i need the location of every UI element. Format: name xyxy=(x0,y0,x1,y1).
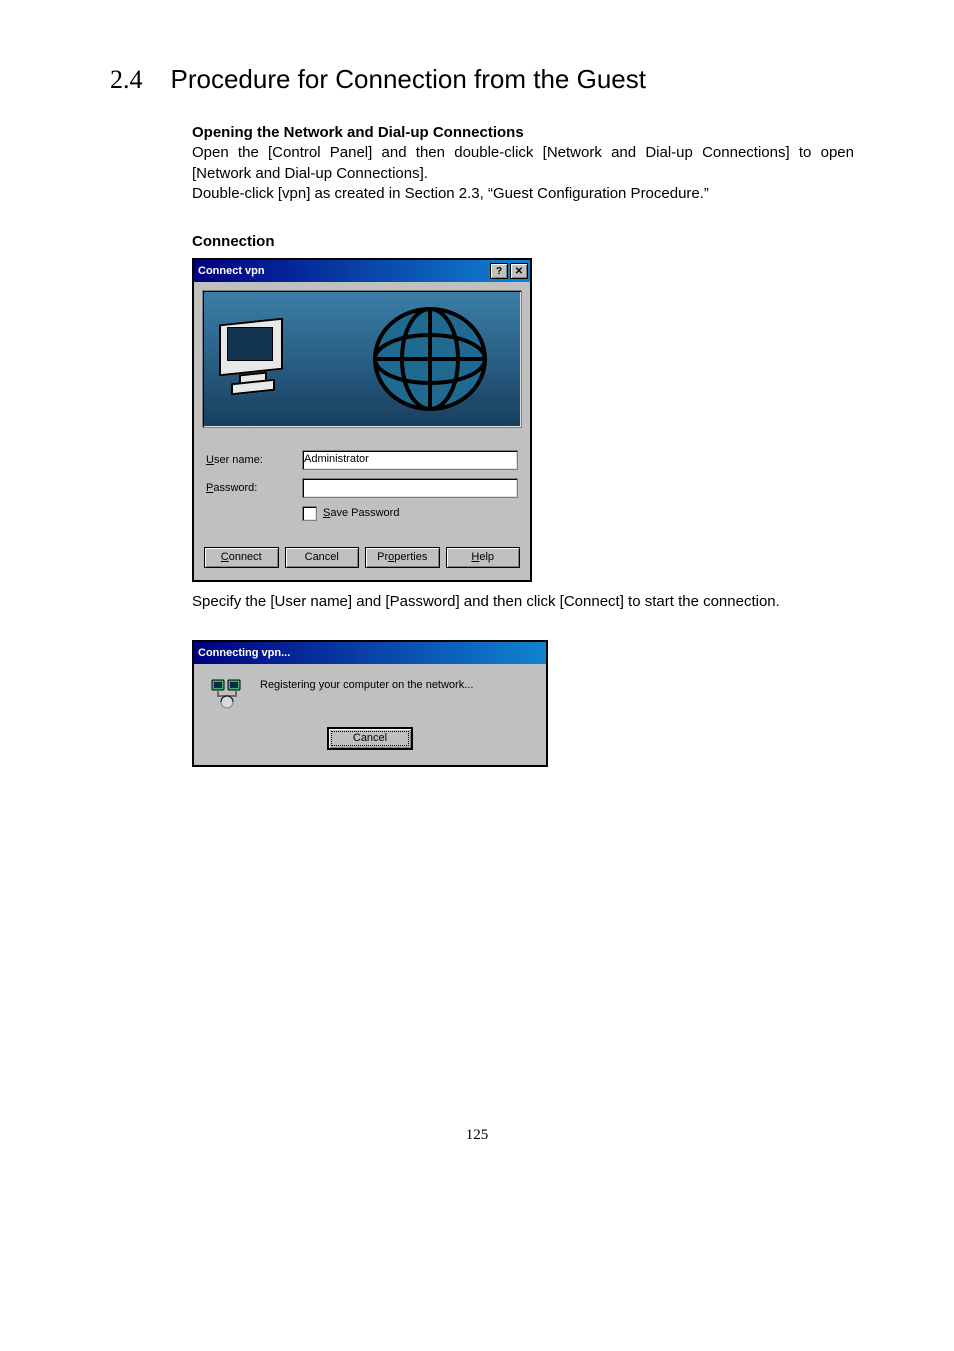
connecting-dialog-titlebar[interactable]: Connecting vpn... xyxy=(194,642,546,664)
network-icon xyxy=(210,678,246,710)
password-input[interactable] xyxy=(302,478,518,498)
globe-icon xyxy=(365,299,495,419)
help-button[interactable]: Help xyxy=(446,547,521,568)
cancel-button[interactable]: Cancel xyxy=(285,547,360,568)
connect-vpn-dialog: Connect vpn ? ✕ User name: xyxy=(192,258,532,582)
connect-dialog-title: Connect vpn xyxy=(198,264,265,279)
connecting-status: Registering your computer on the network… xyxy=(260,678,473,693)
section-number: 2.4 xyxy=(110,65,143,95)
save-password-label: Save Password xyxy=(323,506,399,521)
properties-button[interactable]: Properties xyxy=(365,547,440,568)
section-title: Procedure for Connection from the Guest xyxy=(171,64,646,95)
subheading-opening: Opening the Network and Dial-up Connecti… xyxy=(192,123,854,143)
connecting-dialog-title: Connecting vpn... xyxy=(198,646,290,661)
connect-dialog-titlebar[interactable]: Connect vpn ? ✕ xyxy=(194,260,530,282)
monitor-icon xyxy=(219,321,283,391)
username-input[interactable]: Administrator xyxy=(302,450,518,470)
subheading-connection: Connection xyxy=(192,232,854,252)
page-number: 125 xyxy=(100,1127,854,1144)
connect-footnote: Specify the [User name] and [Password] a… xyxy=(192,592,854,612)
username-label: User name: xyxy=(206,453,302,468)
connecting-cancel-button[interactable]: Cancel xyxy=(328,728,412,749)
password-label: Password: xyxy=(206,481,302,496)
close-icon[interactable]: ✕ xyxy=(510,263,528,279)
opening-paragraph-2: Double-click [vpn] as created in Section… xyxy=(192,184,854,204)
connecting-dialog: Connecting vpn... xyxy=(192,640,548,767)
help-icon[interactable]: ? xyxy=(490,263,508,279)
username-value: Administrator xyxy=(304,452,369,468)
connect-button[interactable]: Connect xyxy=(204,547,279,568)
opening-paragraph-1: Open the [Control Panel] and then double… xyxy=(192,143,854,184)
save-password-checkbox[interactable] xyxy=(302,506,317,521)
connection-banner xyxy=(202,290,522,428)
